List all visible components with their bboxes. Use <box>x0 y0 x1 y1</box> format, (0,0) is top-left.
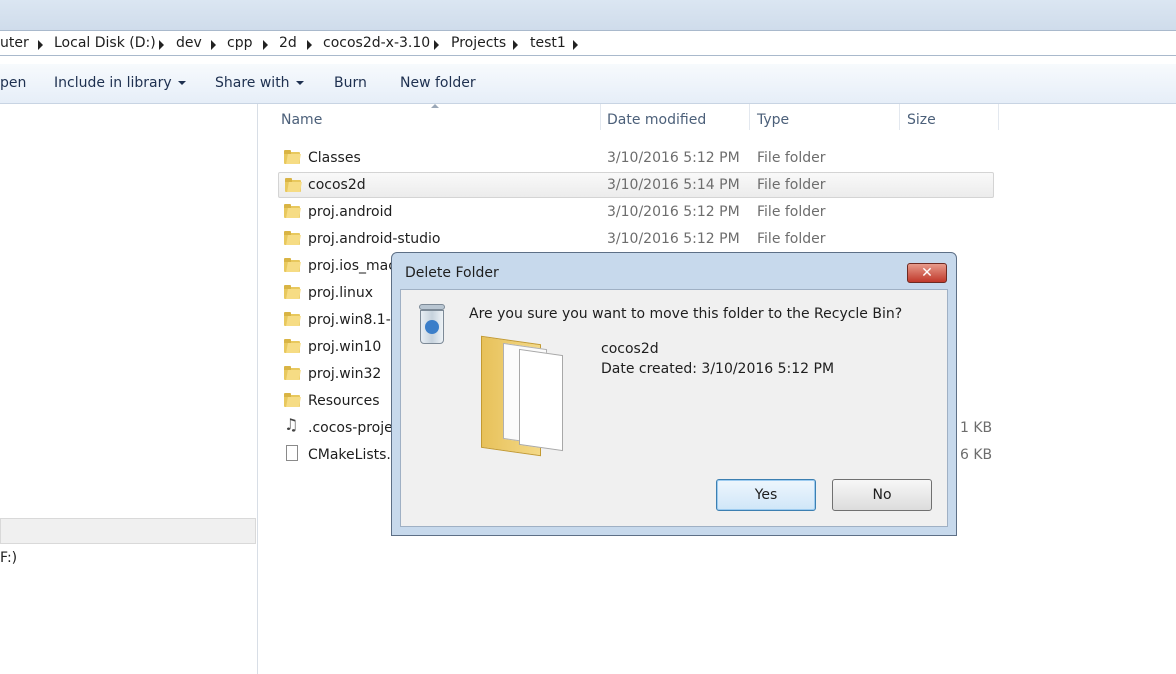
share-with-label: Share with <box>215 75 290 91</box>
file-date: 3/10/2016 5:12 PM <box>607 204 740 220</box>
dialog-date-created: Date created: 3/10/2016 5:12 PM <box>601 361 835 377</box>
chevron-right-icon[interactable] <box>38 40 43 50</box>
breadcrumb-dev[interactable]: dev <box>176 35 202 51</box>
folder-icon <box>284 339 301 353</box>
chevron-right-icon[interactable] <box>211 40 216 50</box>
column-header-name[interactable]: Name <box>281 112 322 128</box>
folder-icon <box>284 150 301 164</box>
file-name: cocos2d <box>308 177 366 193</box>
file-row[interactable]: proj.android-studio 3/10/2016 5:12 PM Fi… <box>278 226 994 252</box>
folder-icon <box>284 285 301 299</box>
delete-folder-dialog[interactable]: Delete Folder ✕ Are you sure you want to… <box>391 252 957 536</box>
file-name: Resources <box>308 393 380 409</box>
folder-icon <box>285 178 302 192</box>
close-icon: ✕ <box>921 265 933 281</box>
close-button[interactable]: ✕ <box>907 263 947 283</box>
yes-button[interactable]: Yes <box>716 479 816 511</box>
breadcrumb-local-disk[interactable]: Local Disk (D:) <box>54 35 156 51</box>
breadcrumb-test1[interactable]: test1 <box>530 35 566 51</box>
command-toolbar: pen Include in library Share with Burn N… <box>0 64 1176 104</box>
window-top-band <box>0 0 1176 30</box>
column-divider[interactable] <box>899 104 900 130</box>
folder-icon <box>284 204 301 218</box>
file-name: proj.win32 <box>308 366 382 382</box>
file-row-selected[interactable]: cocos2d 3/10/2016 5:14 PM File folder <box>278 172 994 198</box>
nav-selected-item[interactable] <box>0 518 256 544</box>
file-type: File folder <box>757 177 826 193</box>
file-type: File folder <box>757 231 826 247</box>
file-name: CMakeLists.t <box>308 447 397 463</box>
folder-icon <box>284 393 301 407</box>
folder-icon <box>481 334 571 457</box>
caret-down-icon <box>295 81 304 85</box>
folder-icon <box>284 258 301 272</box>
column-divider[interactable] <box>998 104 999 130</box>
chevron-right-icon[interactable] <box>159 40 164 50</box>
column-header-size[interactable]: Size <box>907 112 936 128</box>
music-note-icon: ♫ <box>284 415 299 434</box>
file-type: File folder <box>757 150 826 166</box>
chevron-right-icon[interactable] <box>573 40 578 50</box>
file-name: proj.ios_mac <box>308 258 396 274</box>
file-size: 1 KB <box>960 420 993 436</box>
column-header-type[interactable]: Type <box>757 112 789 128</box>
chevron-right-icon[interactable] <box>434 40 439 50</box>
chevron-right-icon[interactable] <box>263 40 268 50</box>
folder-icon <box>284 231 301 245</box>
include-in-library-button[interactable]: Include in library <box>54 75 186 91</box>
file-row[interactable]: proj.android 3/10/2016 5:12 PM File fold… <box>278 199 994 225</box>
breadcrumb-2d[interactable]: 2d <box>279 35 297 51</box>
file-row[interactable]: Classes 3/10/2016 5:12 PM File folder <box>278 145 994 171</box>
chevron-right-icon[interactable] <box>513 40 518 50</box>
column-divider[interactable] <box>600 104 601 130</box>
file-date: 3/10/2016 5:14 PM <box>607 177 740 193</box>
file-name: proj.android-studio <box>308 231 441 247</box>
no-button[interactable]: No <box>832 479 932 511</box>
breadcrumb-projects[interactable]: Projects <box>451 35 506 51</box>
chevron-right-icon[interactable] <box>307 40 312 50</box>
text-file-icon <box>286 445 298 461</box>
file-type: File folder <box>757 204 826 220</box>
folder-icon <box>284 312 301 326</box>
file-name: proj.win8.1-u <box>308 312 400 328</box>
file-name: proj.linux <box>308 285 374 301</box>
address-bar[interactable]: uter Local Disk (D:) dev cpp 2d cocos2d-… <box>0 30 1176 56</box>
file-date: 3/10/2016 5:12 PM <box>607 231 740 247</box>
dialog-title: Delete Folder <box>405 265 499 281</box>
file-name: Classes <box>308 150 361 166</box>
sort-ascending-icon <box>431 104 439 108</box>
file-date: 3/10/2016 5:12 PM <box>607 150 740 166</box>
include-in-library-label: Include in library <box>54 75 172 91</box>
file-size: 6 KB <box>960 447 993 463</box>
dialog-body: Are you sure you want to move this folde… <box>400 289 948 527</box>
caret-down-icon <box>177 81 186 85</box>
nav-drive-f[interactable]: F:) <box>0 550 17 566</box>
column-divider[interactable] <box>749 104 750 130</box>
file-name: proj.android <box>308 204 393 220</box>
dialog-folder-name: cocos2d <box>601 341 659 357</box>
column-header-date-modified[interactable]: Date modified <box>607 112 706 128</box>
open-button[interactable]: pen <box>0 75 26 91</box>
dialog-question: Are you sure you want to move this folde… <box>469 306 903 322</box>
folder-icon <box>284 366 301 380</box>
breadcrumb-cpp[interactable]: cpp <box>227 35 252 51</box>
navigation-pane[interactable]: F:) <box>0 104 258 674</box>
share-with-button[interactable]: Share with <box>215 75 304 91</box>
file-name: .cocos-proje <box>308 420 393 436</box>
file-name: proj.win10 <box>308 339 382 355</box>
burn-button[interactable]: Burn <box>334 75 367 91</box>
recycle-bin-icon <box>417 304 447 344</box>
new-folder-button[interactable]: New folder <box>400 75 476 91</box>
breadcrumb-cocos2d-x[interactable]: cocos2d-x-3.10 <box>323 35 430 51</box>
breadcrumb-computer[interactable]: uter <box>0 35 29 51</box>
